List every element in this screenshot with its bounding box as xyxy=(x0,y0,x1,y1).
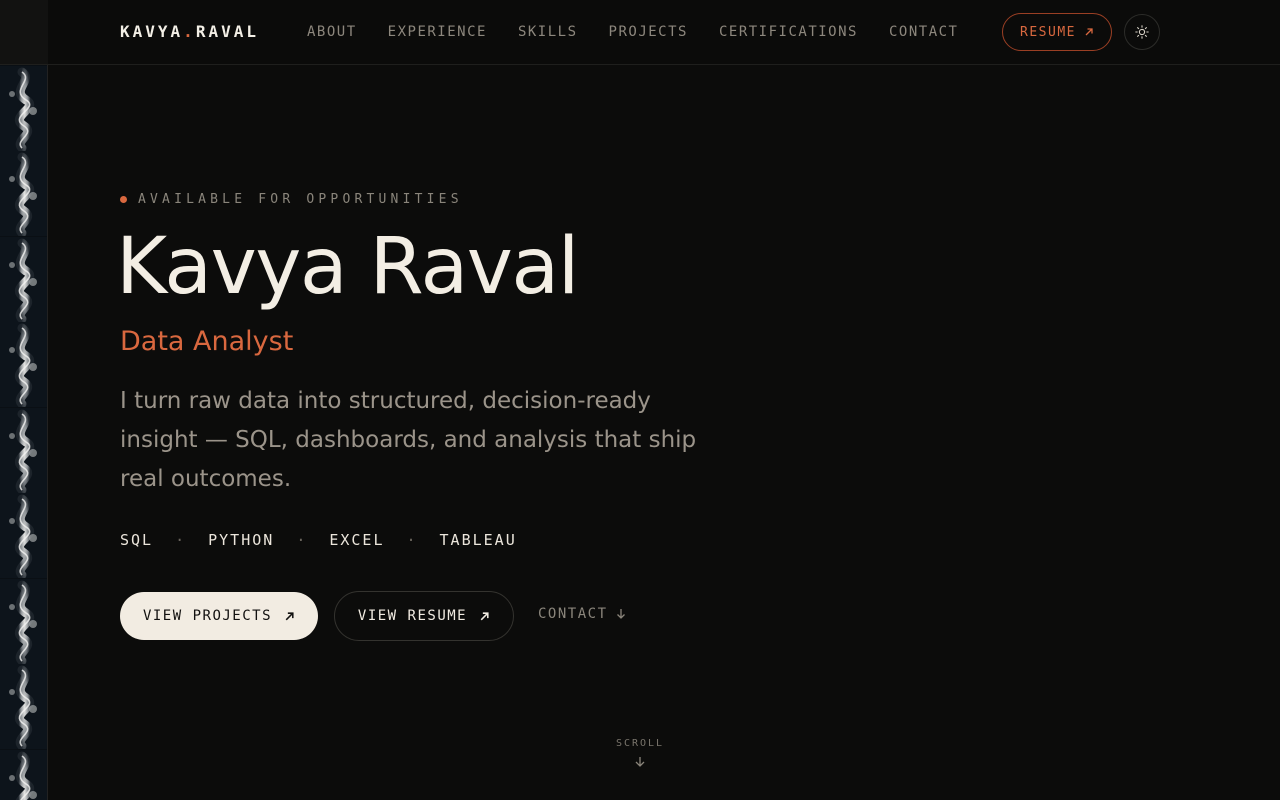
nav-link-experience[interactable]: EXPERIENCE xyxy=(388,24,487,40)
decorative-ribbon-tile xyxy=(0,407,47,494)
decorative-ribbon-tile xyxy=(0,322,47,409)
skill-tableau: TABLEAU xyxy=(439,531,517,549)
brand-last-name: RAVAL xyxy=(195,22,259,41)
arrow-down-icon xyxy=(616,609,625,619)
nav-link-skills[interactable]: SKILLS xyxy=(518,24,578,40)
skill-python: PYTHON xyxy=(208,531,275,549)
decorative-ribbon-tile xyxy=(0,493,47,580)
sun-icon xyxy=(1135,25,1149,39)
resume-button-label: RESUME xyxy=(1020,24,1076,40)
status-dot-icon xyxy=(120,196,127,203)
top-navigation: KAVYA.RAVAL ABOUT EXPERIENCE SKILLS PROJ… xyxy=(0,0,1280,65)
decorative-image-strip xyxy=(0,0,48,800)
skill-separator: · xyxy=(175,531,187,549)
theme-toggle-button[interactable] xyxy=(1124,14,1160,50)
availability-text: AVAILABLE FOR OPPORTUNITIES xyxy=(138,192,463,207)
hero-description: I turn raw data into structured, decisio… xyxy=(120,388,697,492)
skill-excel: EXCEL xyxy=(329,531,385,549)
nav-corner-shade xyxy=(0,0,48,64)
view-projects-label: VIEW PROJECTS xyxy=(142,608,273,624)
resume-button[interactable]: RESUME xyxy=(1002,13,1112,51)
skills-list: SQL · PYTHON · EXCEL · TABLEAU xyxy=(120,531,517,549)
decorative-ribbon-tile xyxy=(0,236,47,323)
decorative-ribbon-tile xyxy=(0,749,47,800)
hero-name: Kavya Raval xyxy=(116,222,579,312)
hero-role: Data Analyst xyxy=(120,326,294,357)
view-projects-button[interactable]: VIEW PROJECTS xyxy=(120,592,318,640)
decorative-ribbon-tile xyxy=(0,65,47,152)
decorative-ribbon-tile xyxy=(0,151,47,238)
arrow-up-right-icon xyxy=(1085,28,1093,36)
nav-link-certifications[interactable]: CERTIFICATIONS xyxy=(719,24,858,40)
view-resume-label: VIEW RESUME xyxy=(357,608,468,624)
nav-link-about[interactable]: ABOUT xyxy=(307,24,357,40)
arrow-up-right-icon xyxy=(480,611,489,620)
view-resume-button[interactable]: VIEW RESUME xyxy=(334,591,514,641)
nav-links: ABOUT EXPERIENCE SKILLS PROJECTS CERTIFI… xyxy=(307,24,959,40)
availability-badge: AVAILABLE FOR OPPORTUNITIES xyxy=(120,192,463,207)
scroll-indicator[interactable]: SCROLL xyxy=(600,738,680,769)
skill-sql: SQL xyxy=(120,531,154,549)
nav-link-contact[interactable]: CONTACT xyxy=(889,24,959,40)
decorative-ribbon-tile xyxy=(0,578,47,665)
brand-dot: . xyxy=(183,22,196,41)
brand-first-name: KAVYA xyxy=(120,22,184,41)
contact-link[interactable]: CONTACT xyxy=(538,606,626,622)
scroll-label: SCROLL xyxy=(615,738,665,749)
nav-link-projects[interactable]: PROJECTS xyxy=(609,24,688,40)
decorative-ribbon-tile xyxy=(0,664,47,751)
arrow-up-right-icon xyxy=(285,611,294,620)
contact-link-label: CONTACT xyxy=(538,606,608,622)
brand-logo[interactable]: KAVYA.RAVAL xyxy=(120,22,259,41)
skill-separator: · xyxy=(406,531,418,549)
skill-separator: · xyxy=(296,531,308,549)
arrow-down-icon xyxy=(635,757,645,767)
